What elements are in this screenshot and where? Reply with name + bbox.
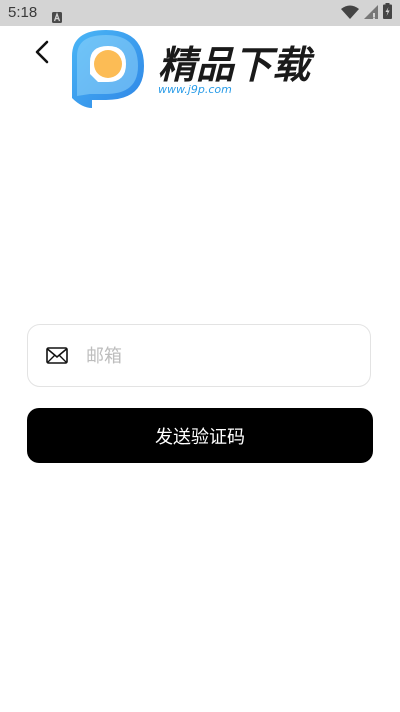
status-icons bbox=[341, 3, 392, 23]
send-verification-code-button[interactable]: 发送验证码 bbox=[27, 408, 373, 463]
chevron-left-icon bbox=[35, 40, 49, 64]
logo-brand-text: 精品下载 bbox=[158, 43, 315, 87]
brand-text-group: 精品下载 www.j9p.com bbox=[158, 43, 315, 96]
brand-logo: 精品下载 www.j9p.com bbox=[68, 26, 322, 112]
wifi-icon bbox=[341, 4, 359, 23]
logo-url-text: www.j9p.com bbox=[158, 83, 232, 96]
status-bar: 5:18 bbox=[0, 0, 400, 26]
email-field[interactable] bbox=[27, 324, 371, 387]
back-button[interactable] bbox=[30, 38, 56, 66]
battery-icon bbox=[383, 3, 392, 23]
notification-a-icon bbox=[52, 8, 62, 27]
email-input[interactable] bbox=[86, 337, 356, 375]
p-logo-icon: 精品下载 www.j9p.com bbox=[72, 30, 315, 108]
status-time: 5:18 bbox=[8, 4, 38, 21]
mail-icon bbox=[46, 347, 68, 365]
cell-signal-icon bbox=[364, 4, 378, 23]
